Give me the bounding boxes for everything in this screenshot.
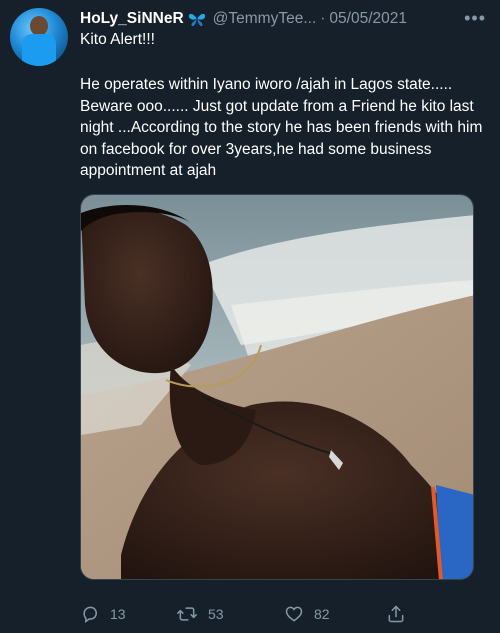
retweet-count: 53 xyxy=(208,606,224,622)
reply-icon xyxy=(80,604,100,624)
like-button[interactable]: 82 xyxy=(284,604,330,624)
share-button[interactable] xyxy=(386,604,406,624)
tweet-date[interactable]: 05/05/2021 xyxy=(329,10,407,28)
tweet-header: HoLy_SiNNeR @TemmyTee... · 05/05/2021 ••… xyxy=(80,8,490,30)
heart-icon xyxy=(284,604,304,624)
action-bar: 13 53 82 xyxy=(80,602,480,626)
user-handle[interactable]: @TemmyTee... xyxy=(213,10,317,28)
tweet[interactable]: HoLy_SiNNeR @TemmyTee... · 05/05/2021 ••… xyxy=(0,0,500,633)
tweet-body: He operates within Iyano iworo /ajah in … xyxy=(80,76,483,179)
butterfly-emoji-icon xyxy=(187,11,207,27)
separator-dot: · xyxy=(320,10,326,27)
reply-count: 13 xyxy=(110,606,126,622)
share-icon xyxy=(386,604,406,624)
retweet-button[interactable]: 53 xyxy=(176,604,224,624)
avatar-shirt xyxy=(22,34,56,66)
avatar-head xyxy=(30,16,48,36)
avatar[interactable] xyxy=(10,8,68,66)
more-dots-icon[interactable]: ••• xyxy=(464,8,486,29)
like-count: 82 xyxy=(314,606,330,622)
retweet-icon xyxy=(176,604,198,624)
display-name[interactable]: HoLy_SiNNeR xyxy=(80,10,184,28)
reply-button[interactable]: 13 xyxy=(80,604,126,624)
tweet-photo[interactable] xyxy=(80,194,474,580)
tweet-headline: Kito Alert!!! xyxy=(80,31,155,48)
